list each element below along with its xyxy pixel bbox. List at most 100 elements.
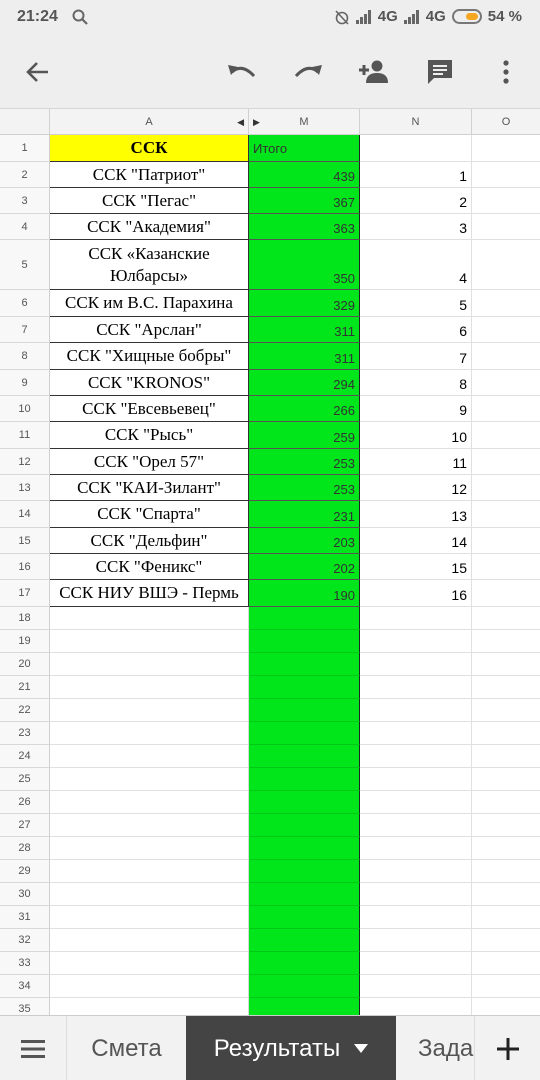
- total-cell[interactable]: 202: [249, 554, 360, 580]
- redo-button[interactable]: [288, 52, 328, 92]
- cell[interactable]: [50, 837, 249, 860]
- row-number[interactable]: 14: [0, 501, 50, 528]
- cell[interactable]: [249, 722, 360, 745]
- cell[interactable]: [360, 653, 472, 676]
- cell[interactable]: [472, 745, 540, 768]
- row-number[interactable]: 25: [0, 768, 50, 791]
- more-options-button[interactable]: [486, 52, 526, 92]
- cell[interactable]: [249, 699, 360, 722]
- total-cell[interactable]: 253: [249, 449, 360, 475]
- row-number[interactable]: 31: [0, 906, 50, 929]
- sheet-tab-zada[interactable]: Зада: [396, 1016, 474, 1080]
- cell[interactable]: [472, 449, 540, 475]
- rank-cell[interactable]: 3: [360, 214, 472, 240]
- total-cell[interactable]: 294: [249, 370, 360, 396]
- back-button[interactable]: [18, 52, 58, 92]
- column-header-a[interactable]: A ◀: [50, 109, 249, 135]
- row-number[interactable]: 22: [0, 699, 50, 722]
- rank-cell[interactable]: 8: [360, 370, 472, 396]
- row-number[interactable]: 19: [0, 630, 50, 653]
- cell[interactable]: [472, 135, 540, 162]
- team-name-cell[interactable]: ССК "Пегас": [50, 188, 249, 214]
- cell[interactable]: [360, 791, 472, 814]
- cell[interactable]: [50, 883, 249, 906]
- column-header-m[interactable]: ▶ M: [249, 109, 360, 135]
- cell[interactable]: [50, 768, 249, 791]
- cell[interactable]: [249, 768, 360, 791]
- cell[interactable]: [360, 814, 472, 837]
- total-cell[interactable]: 363: [249, 214, 360, 240]
- row-number[interactable]: 10: [0, 396, 50, 422]
- team-name-cell[interactable]: ССК НИУ ВШЭ - Пермь: [50, 580, 249, 607]
- row-number[interactable]: 9: [0, 370, 50, 396]
- team-name-cell[interactable]: ССК "Патриот": [50, 162, 249, 188]
- row-number[interactable]: 7: [0, 317, 50, 343]
- comment-button[interactable]: [420, 52, 460, 92]
- total-cell[interactable]: 311: [249, 317, 360, 343]
- cell[interactable]: [472, 607, 540, 630]
- cell[interactable]: [472, 722, 540, 745]
- cell[interactable]: [360, 860, 472, 883]
- team-name-cell[interactable]: ССК "KRONOS": [50, 370, 249, 396]
- cell[interactable]: [472, 952, 540, 975]
- cell[interactable]: [249, 837, 360, 860]
- row-number[interactable]: 2: [0, 162, 50, 188]
- rank-cell[interactable]: 14: [360, 528, 472, 554]
- column-header-n[interactable]: N: [360, 109, 472, 135]
- row-number[interactable]: 8: [0, 343, 50, 370]
- cell[interactable]: [360, 745, 472, 768]
- row-number[interactable]: 4: [0, 214, 50, 240]
- cell[interactable]: [249, 860, 360, 883]
- row-number[interactable]: 34: [0, 975, 50, 998]
- row-number[interactable]: 18: [0, 607, 50, 630]
- column-header-o[interactable]: O: [472, 109, 540, 135]
- row-number[interactable]: 33: [0, 952, 50, 975]
- cell[interactable]: [360, 607, 472, 630]
- row-number[interactable]: 28: [0, 837, 50, 860]
- row-number[interactable]: 27: [0, 814, 50, 837]
- cell[interactable]: [472, 883, 540, 906]
- rank-cell[interactable]: 16: [360, 580, 472, 607]
- cell[interactable]: [472, 290, 540, 317]
- cell[interactable]: [472, 370, 540, 396]
- cell[interactable]: [472, 528, 540, 554]
- row-number[interactable]: 15: [0, 528, 50, 554]
- cell[interactable]: [50, 929, 249, 952]
- cell[interactable]: [249, 630, 360, 653]
- cell[interactable]: [249, 653, 360, 676]
- cell[interactable]: [249, 929, 360, 952]
- header-cell-team[interactable]: ССК: [50, 135, 249, 162]
- cell[interactable]: [50, 814, 249, 837]
- row-number[interactable]: 13: [0, 475, 50, 501]
- sheet-tab-results[interactable]: Результаты: [186, 1016, 396, 1080]
- rank-cell[interactable]: 9: [360, 396, 472, 422]
- cell[interactable]: [50, 860, 249, 883]
- rank-cell[interactable]: 2: [360, 188, 472, 214]
- cell[interactable]: [50, 722, 249, 745]
- cell[interactable]: [472, 699, 540, 722]
- cell[interactable]: [472, 580, 540, 607]
- rank-cell[interactable]: 6: [360, 317, 472, 343]
- row-number[interactable]: 17: [0, 580, 50, 607]
- cell[interactable]: [472, 214, 540, 240]
- cell[interactable]: [360, 630, 472, 653]
- team-name-cell[interactable]: ССК "Хищные бобры": [50, 343, 249, 370]
- cell[interactable]: [472, 791, 540, 814]
- sheet-tab-smeta[interactable]: Смета: [66, 1016, 186, 1080]
- team-name-cell[interactable]: ССК "Орел 57": [50, 449, 249, 475]
- team-name-cell[interactable]: ССК "Спарта": [50, 501, 249, 528]
- row-number[interactable]: 11: [0, 422, 50, 449]
- total-cell[interactable]: 329: [249, 290, 360, 317]
- cell[interactable]: [360, 975, 472, 998]
- row-number[interactable]: 5: [0, 240, 50, 290]
- cell[interactable]: [360, 722, 472, 745]
- row-number[interactable]: 16: [0, 554, 50, 580]
- total-cell[interactable]: 190: [249, 580, 360, 607]
- total-cell[interactable]: 203: [249, 528, 360, 554]
- rank-cell[interactable]: 5: [360, 290, 472, 317]
- cell[interactable]: [50, 952, 249, 975]
- row-number[interactable]: 20: [0, 653, 50, 676]
- row-number[interactable]: 24: [0, 745, 50, 768]
- total-cell[interactable]: 253: [249, 475, 360, 501]
- cell[interactable]: [50, 607, 249, 630]
